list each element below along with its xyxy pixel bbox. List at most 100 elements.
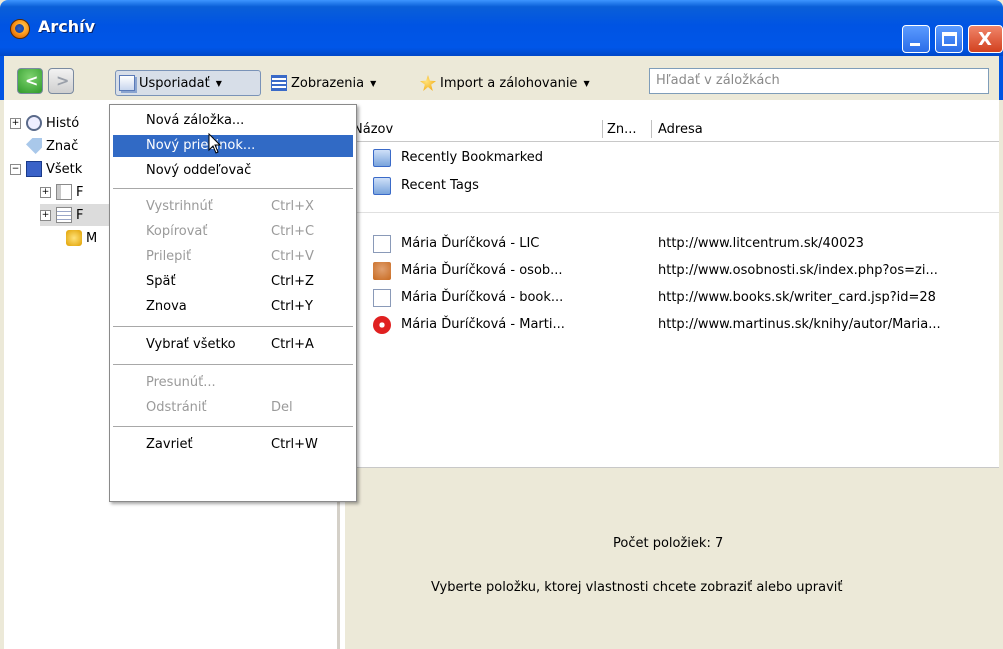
maximize-icon — [942, 32, 957, 46]
views-menu-button[interactable]: Zobrazenia ▼ — [268, 70, 379, 96]
import-backup-menu-button[interactable]: Import a zálohovanie ▼ — [417, 70, 593, 96]
menu-item-select-all[interactable]: Vybrať všetko Ctrl+A — [113, 334, 353, 356]
chevron-down-icon: ▼ — [370, 78, 377, 88]
minimize-button[interactable] — [902, 25, 930, 53]
menu-item-label: Prilepiť — [146, 249, 192, 264]
expand-icon[interactable]: + — [40, 209, 51, 221]
menu-folder-icon — [56, 207, 72, 223]
list-item[interactable]: Recent Tags — [345, 173, 999, 199]
menu-item-close[interactable]: Zavrieť Ctrl+W — [113, 434, 353, 456]
menu-item-cut[interactable]: Vystrihnúť Ctrl+X — [113, 196, 353, 218]
list-divider — [345, 212, 999, 213]
tree-item-label: Všetk — [46, 161, 83, 177]
menu-item-new-bookmark[interactable]: Nová záložka... — [113, 110, 353, 132]
maximize-button[interactable] — [935, 25, 963, 53]
menu-item-label: Späť — [146, 274, 176, 289]
menu-item-shortcut: Ctrl+Y — [271, 299, 313, 314]
unsorted-bookmarks-icon — [66, 230, 82, 246]
column-tags[interactable]: Zn... — [607, 122, 637, 137]
bookmark-name: Mária Ďuríčková - Marti... — [401, 317, 565, 332]
menu-item-label: Presunúť... — [146, 375, 216, 390]
column-header: Názov Zn... Adresa — [345, 118, 999, 142]
list-item[interactable]: Mária Ďuríčková - osob... http://www.oso… — [345, 258, 999, 284]
bookmark-list-pane: Názov Zn... Adresa Recently Bookmarked R… — [345, 112, 999, 649]
menu-item-label: Zavrieť — [146, 437, 193, 452]
back-arrow-icon: < — [25, 71, 39, 90]
collapse-icon[interactable]: − — [10, 163, 21, 175]
column-address[interactable]: Adresa — [658, 122, 703, 137]
star-icon — [26, 161, 42, 177]
tree-item-label: F — [76, 207, 84, 223]
expand-icon[interactable]: + — [40, 186, 51, 198]
menu-item-new-separator[interactable]: Nový oddeľovač — [113, 160, 353, 182]
menu-item-redo[interactable]: Znova Ctrl+Y — [113, 296, 353, 318]
folder-icon — [373, 177, 391, 195]
column-divider[interactable] — [602, 120, 603, 138]
list-item[interactable]: Mária Ďuríčková - book... http://www.boo… — [345, 285, 999, 311]
folder-icon — [373, 149, 391, 167]
column-divider[interactable] — [651, 120, 652, 138]
menu-item-shortcut: Ctrl+C — [271, 224, 315, 239]
star-import-icon — [420, 75, 436, 91]
menu-item-new-folder[interactable]: Nový priečinok... — [113, 135, 353, 157]
search-input[interactable]: Hľadať v záložkách — [649, 68, 989, 94]
item-count: Počet položiek: 7 — [613, 536, 724, 551]
bookmark-name: Recently Bookmarked — [401, 150, 544, 165]
menu-item-label: Odstrániť — [146, 400, 207, 415]
expand-icon[interactable]: + — [10, 117, 21, 129]
bookmark-name: Mária Ďuríčková - osob... — [401, 263, 563, 278]
martinus-icon — [373, 316, 391, 334]
menu-separator — [113, 326, 353, 327]
bookmark-name: Mária Ďuríčková - book... — [401, 290, 564, 305]
tree-item-history[interactable]: + Histó — [10, 112, 79, 134]
bookmark-name: Recent Tags — [401, 178, 479, 193]
list-item[interactable]: Mária Ďuríčková - LIC http://www.litcent… — [345, 231, 999, 257]
column-name[interactable]: Názov — [353, 122, 393, 137]
organize-label: Usporiadať — [139, 75, 210, 91]
menu-item-label: Kopírovať — [146, 224, 208, 239]
menu-item-shortcut: Ctrl+A — [271, 337, 314, 352]
tree-item-label: M — [86, 230, 98, 246]
tree-item-bookmarks-toolbar[interactable]: + F — [40, 181, 83, 203]
menu-item-shortcut: Del — [271, 400, 293, 415]
forward-arrow-icon: > — [56, 71, 70, 90]
page-icon — [373, 289, 391, 307]
list-item[interactable]: Mária Ďuríčková - Marti... http://www.ma… — [345, 312, 999, 338]
views-label: Zobrazenia — [291, 75, 365, 91]
import-label: Import a zálohovanie — [440, 75, 578, 91]
menu-item-copy[interactable]: Kopírovať Ctrl+C — [113, 221, 353, 243]
menu-item-label: Nový priečinok... — [146, 138, 256, 153]
menu-item-shortcut: Ctrl+V — [271, 249, 314, 264]
bookmark-url: http://www.litcentrum.sk/40023 — [658, 236, 864, 251]
back-button[interactable]: < — [17, 68, 43, 94]
forward-button[interactable]: > — [48, 68, 74, 94]
tree-item-unsorted[interactable]: M — [66, 227, 97, 249]
menu-item-delete[interactable]: Odstrániť Del — [113, 397, 353, 419]
menu-separator — [113, 188, 353, 189]
organize-menu-button[interactable]: Usporiadať ▼ — [115, 70, 261, 96]
close-button[interactable]: X — [968, 25, 1003, 53]
tree-item-tags[interactable]: Znač — [26, 135, 78, 157]
tree-item-label: Histó — [46, 115, 80, 131]
list-item[interactable]: Recently Bookmarked — [345, 145, 999, 171]
menu-separator — [113, 426, 353, 427]
menu-item-move[interactable]: Presunúť... — [113, 372, 353, 394]
tag-icon — [26, 138, 42, 154]
bookmark-url: http://www.osobnosti.sk/index.php?os=zi.… — [658, 263, 938, 278]
menu-item-label: Vystrihnúť — [146, 199, 213, 214]
menu-item-undo[interactable]: Späť Ctrl+Z — [113, 271, 353, 293]
title-bar[interactable]: Archív X — [0, 0, 1003, 56]
window-title: Archív — [38, 17, 96, 36]
tree-item-label: Znač — [46, 138, 79, 154]
bookmark-url: http://www.martinus.sk/knihy/autor/Maria… — [658, 317, 941, 332]
menu-item-paste[interactable]: Prilepiť Ctrl+V — [113, 246, 353, 268]
tree-item-all-bookmarks[interactable]: − Všetk — [10, 158, 82, 180]
chevron-down-icon: ▼ — [215, 78, 222, 88]
menu-item-shortcut: Ctrl+X — [271, 199, 314, 214]
tree-item-label: F — [76, 184, 84, 200]
bookmark-url: http://www.books.sk/writer_card.jsp?id=2… — [658, 290, 936, 305]
menu-separator — [113, 364, 353, 365]
clock-icon — [26, 115, 42, 131]
views-icon — [271, 75, 287, 91]
menu-item-label: Nová záložka... — [146, 113, 245, 128]
